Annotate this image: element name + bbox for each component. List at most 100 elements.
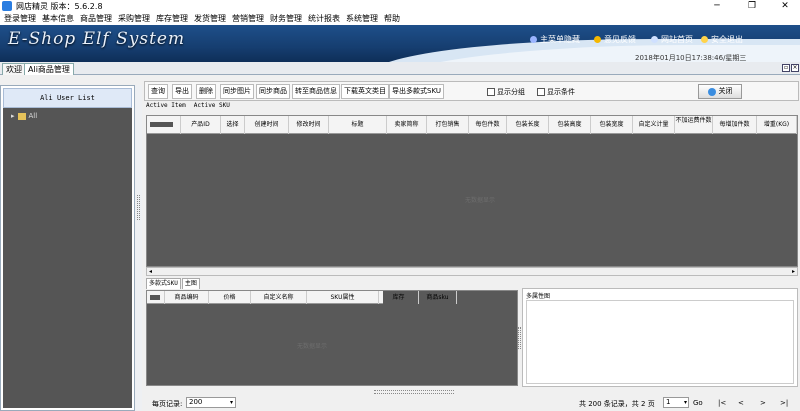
last-page-button[interactable]: >|	[780, 399, 788, 407]
chevron-down-icon: ▾	[683, 399, 687, 406]
logout-link[interactable]: 安全退出	[701, 34, 743, 45]
menu-shipping[interactable]: 发货管理	[194, 13, 226, 24]
per-page-select[interactable]: 200 ▾	[186, 397, 236, 408]
export-sku-button[interactable]: 导出多款式SKU	[389, 84, 444, 99]
per-page-label: 每页记录:	[152, 400, 183, 408]
menu-products[interactable]: 商品管理	[80, 13, 112, 24]
col-sku-price[interactable]: 价格	[209, 291, 251, 304]
app-logo: E-Shop Elf System	[8, 29, 186, 49]
menu-reports[interactable]: 统计报表	[308, 13, 340, 24]
prev-page-button[interactable]: <	[738, 399, 744, 407]
show-conditions-label: 显示条件	[547, 88, 575, 96]
col-created[interactable]: 创建时间	[245, 116, 289, 134]
menu-finance[interactable]: 财务管理	[270, 13, 302, 24]
select-indicator	[150, 122, 173, 127]
feedback-label: 意见反馈	[604, 35, 636, 44]
header-banner: E-Shop Elf System 主菜单隐藏 意见反馈 网站首页 安全退出 2…	[0, 25, 800, 62]
empty-sku-watermark: 无数据显示	[297, 343, 328, 350]
tab-main-image[interactable]: 主图	[181, 278, 200, 289]
horizontal-splitter-grip[interactable]	[374, 390, 454, 394]
first-page-button[interactable]: |<	[718, 399, 726, 407]
menu-help[interactable]: 帮助	[384, 13, 400, 24]
show-conditions-checkbox[interactable]: 显示条件	[537, 87, 575, 97]
show-group-checkbox[interactable]: 显示分组	[487, 87, 525, 97]
page-select[interactable]: 1 ▾	[663, 397, 689, 408]
menu-purchase[interactable]: 采购管理	[118, 13, 150, 24]
delete-button[interactable]: 删除	[196, 84, 216, 99]
col-sku-code[interactable]: 商品编码	[165, 291, 209, 304]
user-list-header: Ali User List	[3, 88, 132, 108]
horizontal-scrollbar[interactable]: ◂ ▸	[146, 267, 798, 276]
menu-marketing[interactable]: 营销管理	[232, 13, 264, 24]
col-custom-unit[interactable]: 自定义计量	[633, 116, 675, 134]
col-product-id[interactable]: 产品ID	[181, 116, 221, 134]
col-pieces-per-pack[interactable]: 每包件数	[469, 116, 507, 134]
page-value: 1	[666, 398, 671, 406]
col-sku-stock[interactable]: 库存	[379, 291, 419, 304]
menu-inventory[interactable]: 库存管理	[156, 13, 188, 24]
products-grid: 产品ID 选择 创建时间 修改时间 标题 卖家简称 打包销售 每包件数 包装长度…	[146, 115, 798, 267]
feedback-link[interactable]: 意见反馈	[594, 34, 636, 45]
menu-basic-info[interactable]: 基本信息	[42, 13, 74, 24]
expand-icon[interactable]: ▸	[11, 112, 15, 120]
checkbox-box[interactable]	[537, 88, 545, 96]
sync-products-button[interactable]: 同步商品	[256, 84, 290, 99]
select-indicator	[150, 295, 160, 300]
vertical-splitter[interactable]	[135, 85, 142, 411]
menu-login[interactable]: 登录管理	[4, 13, 36, 24]
hide-menu-link[interactable]: 主菜单隐藏	[530, 34, 580, 45]
tab-ali-products[interactable]: Ali商品管理	[24, 63, 74, 75]
menu-icon	[530, 36, 537, 43]
menu-bar: 登录管理 基本信息 商品管理 采购管理 库存管理 发货管理 营销管理 财务管理 …	[0, 12, 800, 25]
col-sku-id[interactable]: 商品sku	[419, 291, 457, 304]
col-free-shipping-count[interactable]: 不加运费件数	[675, 116, 713, 134]
sync-images-button[interactable]: 同步图片	[220, 84, 254, 99]
select-all-cell[interactable]	[147, 116, 181, 134]
toolbar: 查询 导出 删除 同步图片 同步商品 转至商品信息 下载英文类目 导出多款式SK…	[144, 81, 799, 101]
tab-close-icon[interactable]: ×	[791, 64, 799, 72]
splitter-grip[interactable]	[137, 195, 140, 220]
menu-system[interactable]: 系统管理	[346, 13, 378, 24]
attribute-images-pane: 多属性图	[522, 288, 798, 387]
power-icon	[707, 87, 716, 96]
tab-active-sku[interactable]: Active SKU	[194, 102, 230, 112]
checkbox-box[interactable]	[487, 88, 495, 96]
close-button[interactable]: 关闭	[698, 84, 742, 99]
scroll-left-icon[interactable]: ◂	[149, 268, 152, 275]
col-seller[interactable]: 卖家简称	[387, 116, 427, 134]
go-button[interactable]: Go	[693, 399, 703, 407]
minimize-button[interactable]: ─	[702, 0, 732, 12]
splitter-grip[interactable]	[518, 327, 521, 349]
export-button[interactable]: 导出	[172, 84, 192, 99]
user-tree: ▸ All	[3, 108, 132, 408]
col-sku-custom-name[interactable]: 自定义名称	[251, 291, 307, 304]
download-categories-button[interactable]: 下载英文类目	[341, 84, 389, 99]
logout-label: 安全退出	[711, 35, 743, 44]
tab-active-item[interactable]: Active Item	[146, 102, 186, 112]
col-bundle[interactable]: 打包销售	[427, 116, 469, 134]
tab-welcome[interactable]: 欢迎	[2, 63, 26, 75]
feedback-icon	[594, 36, 601, 43]
col-pack-width[interactable]: 包装宽度	[591, 116, 633, 134]
col-modified[interactable]: 修改时间	[289, 116, 329, 134]
tree-node-all[interactable]: ▸ All	[11, 112, 37, 120]
col-select[interactable]: 选择	[221, 116, 245, 134]
maximize-button[interactable]: ❐	[737, 0, 767, 12]
col-pack-height[interactable]: 包装高度	[549, 116, 591, 134]
tab-restore-icon[interactable]: ▫	[782, 64, 790, 72]
col-increment[interactable]: 每增加件数	[713, 116, 757, 134]
next-page-button[interactable]: >	[760, 399, 766, 407]
query-button[interactable]: 查询	[148, 84, 168, 99]
scroll-right-icon[interactable]: ▸	[792, 268, 795, 275]
sku-select-all-cell[interactable]	[147, 291, 165, 304]
col-sku-attr[interactable]: SKU属性	[307, 291, 379, 304]
col-weight-add[interactable]: 增重(KG)	[757, 116, 797, 134]
chevron-down-icon: ▾	[229, 399, 233, 406]
goto-product-info-button[interactable]: 转至商品信息	[292, 84, 340, 99]
tab-multi-sku[interactable]: 多款式SKU	[146, 278, 181, 289]
close-window-button[interactable]: ✕	[770, 0, 800, 12]
col-title[interactable]: 标题	[329, 116, 387, 134]
homepage-link[interactable]: 网站首页	[651, 34, 693, 45]
hide-menu-label: 主菜单隐藏	[540, 35, 580, 44]
col-pack-length[interactable]: 包装长度	[507, 116, 549, 134]
